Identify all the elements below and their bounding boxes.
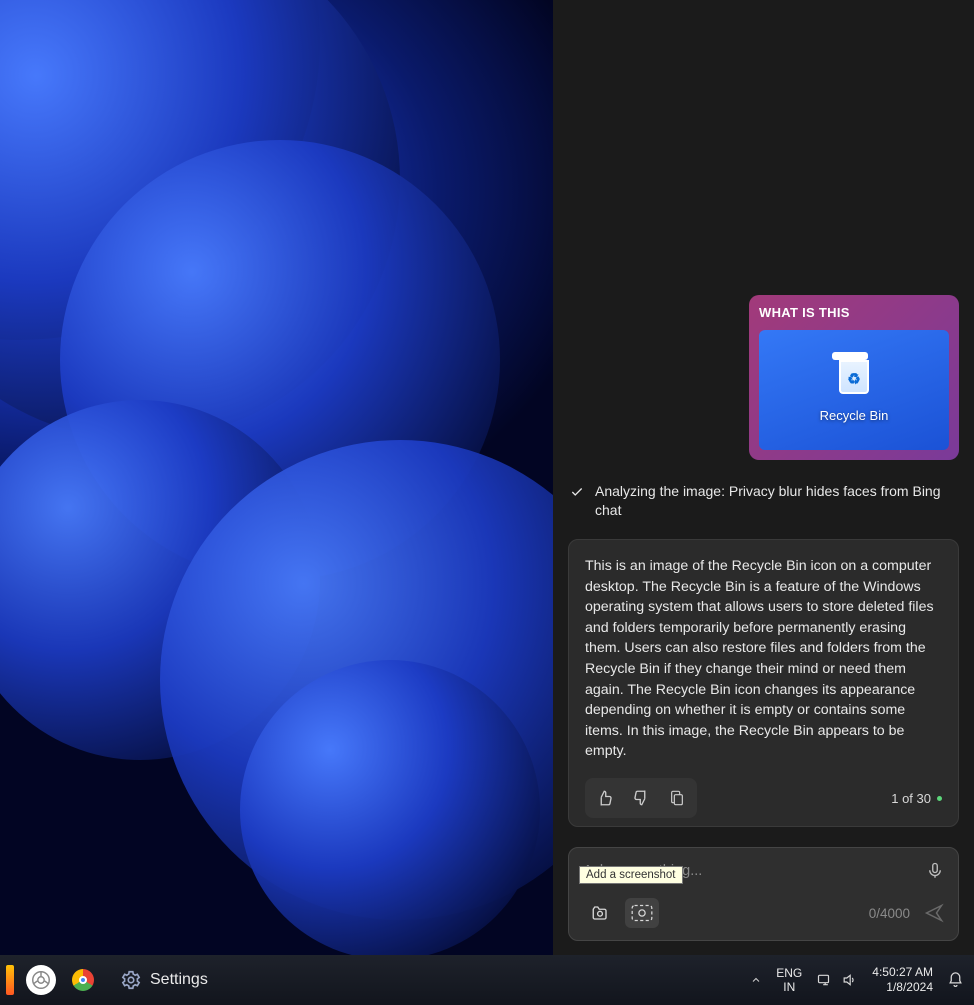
send-button[interactable] <box>924 903 944 923</box>
screenshot-tooltip: Add a screenshot <box>579 866 683 884</box>
notifications-icon[interactable] <box>947 971 964 989</box>
settings-label: Settings <box>150 971 208 989</box>
language-indicator[interactable]: ENGIN <box>776 966 802 995</box>
user-message-title: WHAT IS THIS <box>759 305 949 320</box>
desktop-wallpaper[interactable] <box>0 0 553 955</box>
gear-icon <box>120 969 142 991</box>
thumbnail-label: Recycle Bin <box>820 408 889 423</box>
chrome-outline-icon[interactable] <box>26 965 56 995</box>
chat-area: WHAT IS THIS ♻ Recycle Bin Analyzing the… <box>553 0 974 827</box>
add-image-button[interactable] <box>583 898 617 928</box>
check-icon <box>570 485 584 521</box>
thumbs-up-button[interactable] <box>589 782 621 814</box>
clock[interactable]: 4:50:27 AM 1/8/2024 <box>872 965 933 995</box>
user-message-card: WHAT IS THIS ♻ Recycle Bin <box>749 295 959 460</box>
tray-chevron-icon[interactable] <box>750 974 762 986</box>
taskbar[interactable]: Settings ENGIN 4:50:27 AM 1/8/2024 <box>0 955 974 1005</box>
copilot-panel: WHAT IS THIS ♻ Recycle Bin Analyzing the… <box>553 0 974 955</box>
uploaded-image-thumbnail[interactable]: ♻ Recycle Bin <box>759 330 949 450</box>
network-icon[interactable] <box>816 972 833 988</box>
character-counter: 0/4000 <box>869 906 910 921</box>
chat-input-box[interactable]: Ask me anything... Add a screenshot <box>568 847 959 941</box>
status-text: Analyzing the image: Privacy blur hides … <box>595 482 957 521</box>
microphone-icon[interactable] <box>926 861 944 881</box>
assistant-answer-text: This is an image of the Recycle Bin icon… <box>585 556 942 762</box>
settings-taskbar-button[interactable]: Settings <box>110 965 218 995</box>
time-text: 4:50:27 AM <box>872 965 933 980</box>
date-text: 1/8/2024 <box>872 980 933 995</box>
add-screenshot-button[interactable] <box>625 898 659 928</box>
taskbar-app-icon[interactable] <box>6 965 14 995</box>
volume-icon[interactable] <box>841 972 858 988</box>
copy-button[interactable] <box>661 782 693 814</box>
response-counter: 1 of 30 <box>891 791 942 806</box>
status-line: Analyzing the image: Privacy blur hides … <box>568 482 959 521</box>
thumbs-down-button[interactable] <box>625 782 657 814</box>
assistant-message-card: This is an image of the Recycle Bin icon… <box>568 539 959 827</box>
recycle-bin-icon: ♻ <box>835 356 873 398</box>
chrome-icon[interactable] <box>68 965 98 995</box>
